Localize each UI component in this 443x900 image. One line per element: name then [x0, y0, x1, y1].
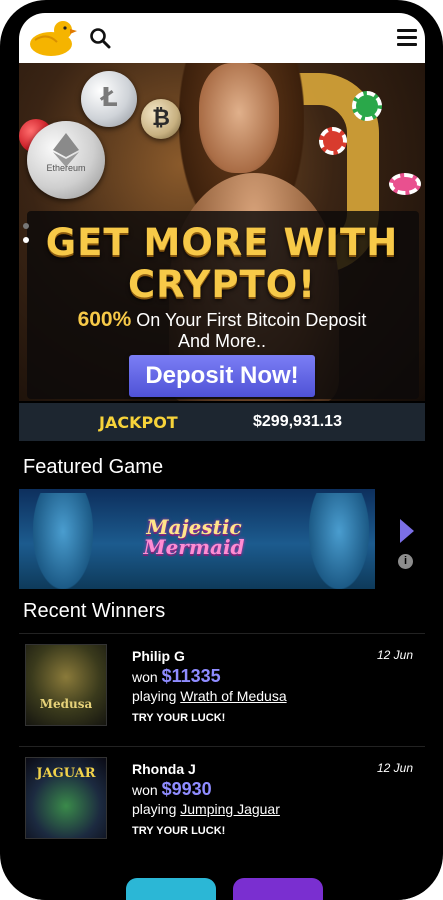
screen: Ethereum Ł ₿ GET MORE WITH CRYPTO! 600% …	[19, 13, 425, 900]
bottom-nav-button[interactable]	[233, 878, 323, 900]
thumbnail-title: Medusa	[39, 697, 93, 711]
try-your-luck-link[interactable]: TRY YOUR LUCK!	[132, 825, 225, 837]
mermaid-graphic	[309, 493, 369, 589]
playing-prefix: playing	[132, 801, 181, 817]
jackpot-label: JACKPOT	[99, 413, 178, 432]
hero-model-head	[199, 63, 279, 173]
promo-subline-text: On Your First Bitcoin Deposit	[131, 310, 367, 330]
winner-name: Rhonda J	[132, 761, 196, 777]
deposit-now-button[interactable]: Deposit Now!	[129, 355, 315, 397]
featured-game-banner[interactable]: Majestic Mermaid	[19, 489, 375, 589]
phone-frame: Ethereum Ł ₿ GET MORE WITH CRYPTO! 600% …	[0, 0, 443, 900]
casino-chip-icon	[319, 127, 347, 155]
promo-subline: 600% On Your First Bitcoin Deposit	[19, 308, 425, 331]
winner-game-line: playing Wrath of Medusa	[132, 688, 287, 704]
casino-chip-icon	[352, 91, 382, 121]
promo-subline-2: And More..	[177, 331, 267, 351]
featured-game-name-line1: Majestic	[146, 515, 242, 539]
winner-amount-line: won $9930	[132, 779, 212, 800]
featured-game-name-line2: Mermaid	[143, 535, 245, 559]
jackpot-value: $299,931.13	[253, 413, 342, 430]
promo-headline-line2: CRYPTO!	[127, 263, 317, 306]
featured-game-logo: Majestic Mermaid	[119, 517, 269, 557]
hero-banner[interactable]: Ethereum Ł ₿ GET MORE WITH CRYPTO! 600% …	[19, 63, 425, 401]
try-your-luck-link[interactable]: TRY YOUR LUCK!	[132, 712, 225, 724]
won-prefix: won	[132, 782, 162, 798]
featured-game-title: Featured Game	[23, 456, 164, 478]
site-header	[19, 13, 425, 63]
coin-label: Ethereum	[46, 163, 86, 173]
thumbnail-title: JAGUAR	[36, 766, 96, 781]
winner-game-line: playing Jumping Jaguar	[132, 801, 280, 817]
promo-headline-line1: GET MORE WITH	[45, 221, 399, 264]
game-thumbnail[interactable]: Medusa	[25, 644, 107, 726]
search-icon[interactable]	[89, 27, 111, 49]
next-arrow-icon[interactable]	[400, 519, 414, 543]
won-prefix: won	[132, 669, 162, 685]
promo-percent: 600%	[77, 308, 132, 331]
playing-prefix: playing	[132, 688, 181, 704]
winner-amount: $9930	[161, 779, 212, 799]
bottom-nav-button[interactable]	[126, 878, 216, 900]
info-icon[interactable]: i	[398, 554, 413, 569]
duck-logo-icon[interactable]	[27, 18, 77, 58]
bitcoin-symbol-icon: ₿	[152, 106, 170, 131]
game-thumbnail[interactable]: JAGUAR	[25, 757, 107, 839]
recent-winners-title: Recent Winners	[23, 600, 166, 622]
casino-chip-icon	[389, 173, 421, 195]
winner-date: 12 Jun	[376, 648, 413, 662]
winner-row: JAGUAR Rhonda J 12 Jun won $9930 playing…	[19, 746, 425, 857]
hamburger-menu-icon[interactable]	[397, 29, 417, 47]
ethereum-symbol-icon	[53, 133, 79, 167]
mermaid-graphic	[33, 493, 93, 589]
winner-game-link[interactable]: Jumping Jaguar	[180, 801, 280, 817]
winner-game-link[interactable]: Wrath of Medusa	[180, 688, 286, 704]
winner-name: Philip G	[132, 648, 185, 664]
winner-amount: $11335	[161, 666, 221, 686]
winner-date: 12 Jun	[376, 761, 413, 775]
winner-amount-line: won $11335	[132, 666, 221, 687]
winner-row: Medusa Philip G 12 Jun won $11335 playin…	[19, 633, 425, 744]
jackpot-bar: JACKPOT $299,931.13	[19, 403, 425, 441]
litecoin-symbol-icon: Ł	[101, 83, 118, 113]
